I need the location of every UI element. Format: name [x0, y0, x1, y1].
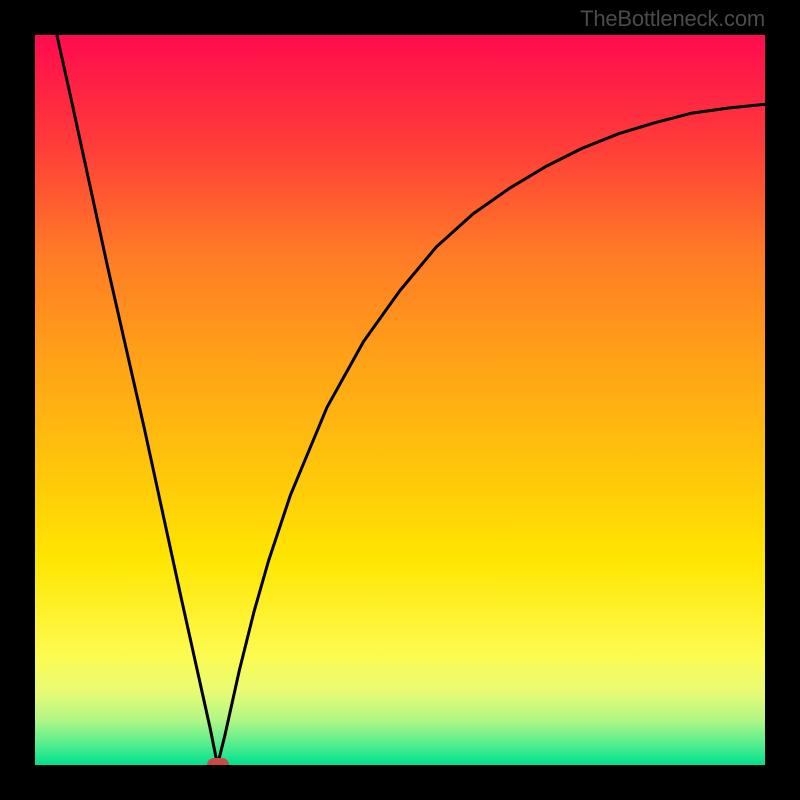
chart-container: TheBottleneck.com — [0, 0, 800, 800]
chart-frame — [0, 0, 800, 800]
attribution-text: TheBottleneck.com — [580, 6, 765, 32]
